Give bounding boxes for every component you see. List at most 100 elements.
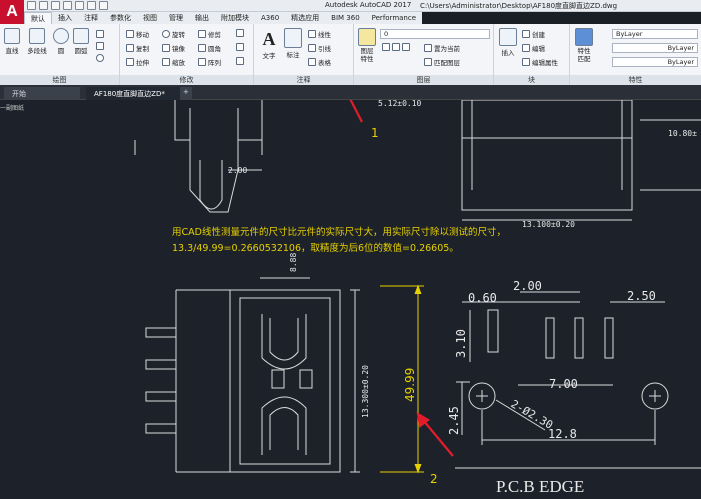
tab-default[interactable]: 默认 [24,12,52,24]
tab-a360[interactable]: A360 [255,12,285,24]
erase-icon [236,29,244,37]
circle-icon [53,28,69,44]
dim-8-88: 8.88 [289,253,298,272]
leader-icon [308,44,316,52]
copy-tool[interactable]: 复制 [126,43,149,53]
dimension-tool[interactable]: 标注 [282,28,304,59]
layer-dropdown[interactable]: 0 [380,29,490,39]
note-line-1: 用CAD线性测量元件的尺寸比元件的实际尺寸大，用实际尺寸除以测试的尺寸， [172,226,506,238]
hatch-icon [96,42,104,50]
save-icon[interactable] [51,1,60,10]
copy-icon [126,44,134,52]
pcb-dim-2-50: 2.50 [627,289,656,303]
circle-tool[interactable]: 圆 [52,28,70,55]
tab-featured-apps[interactable]: 精选应用 [285,12,325,24]
tab-start[interactable]: 开始 [4,87,80,100]
fillet-tool[interactable]: 圆角 [198,43,221,53]
table-icon [308,58,316,66]
create-block-tool[interactable]: 创建 [522,29,545,39]
layer-isolate-icon[interactable] [392,43,400,51]
file-path: C:\Users\Administrator\Desktop\AF180度直脚直… [420,2,618,10]
modify-group-label: 修改 [120,75,253,85]
pcb-edge-label: P.C.B EDGE [496,477,584,496]
arc-tool[interactable]: 圆弧 [72,28,90,55]
move-tool[interactable]: 移动 [126,29,149,39]
dim-10-8: 10.80± [668,129,697,138]
layer-freeze-icon[interactable] [402,43,410,51]
edit-attributes-tool[interactable]: 编辑属性 [522,57,558,67]
layer-off-icon[interactable] [382,43,390,51]
tab-output[interactable]: 输出 [189,12,215,24]
scale-icon [162,58,170,66]
layer-tools-row [382,43,410,51]
tab-view[interactable]: 视图 [137,12,163,24]
application-menu-button[interactable]: A [0,0,24,24]
draw-group-label: 绘图 [0,75,119,85]
tab-parametric[interactable]: 参数化 [104,12,137,24]
drawing-canvas[interactable]: 2.00 5.12±0.10 13.100±0.20 10.80± 1 用CAD… [0,100,701,499]
edit-block-icon [522,44,530,52]
rectangle-icon [96,30,104,38]
tab-performance[interactable]: Performance [366,12,422,24]
draw-extra-2[interactable] [96,42,104,50]
saveas-icon[interactable] [63,1,72,10]
mirror-tool[interactable]: 镜像 [162,43,185,53]
new-tab-button[interactable]: + [180,87,192,100]
rotate-tool[interactable]: 旋转 [162,29,185,39]
scale-tool[interactable]: 缩放 [162,57,185,67]
upper-side-view [134,100,263,213]
new-icon[interactable] [27,1,36,10]
dimension-icon [284,28,302,48]
stretch-tool[interactable]: 拉伸 [126,57,149,67]
draw-extra-3[interactable] [96,54,104,62]
stretch-icon [126,58,134,66]
layers-group-label: 图层 [354,75,493,85]
line-tool[interactable]: 直线 [2,28,22,55]
dim-5-12: 5.12±0.10 [378,100,422,108]
edit-attributes-icon [522,58,530,66]
array-tool[interactable]: 阵列 [198,57,221,67]
draw-group: 直线 多段线 圆 圆弧 绘图 [0,24,120,85]
tab-addins[interactable]: 附加模块 [215,12,255,24]
tab-manage[interactable]: 管理 [163,12,189,24]
rotate-icon [162,30,170,38]
lower-connector-view [145,277,360,473]
print-icon[interactable] [75,1,84,10]
polyline-tool[interactable]: 多段线 [24,28,50,55]
title-bar: Autodesk AutoCAD 2017 C:\Users\Administr… [0,0,701,12]
make-current-tool[interactable]: 置为当前 [424,43,460,53]
redo-icon[interactable] [99,1,108,10]
move-icon [126,30,134,38]
table-tool[interactable]: 表格 [308,57,331,67]
tab-insert[interactable]: 插入 [52,12,78,24]
measured-value: 49.99 [403,368,417,402]
tab-current-drawing[interactable]: AF180度直脚直边ZD* [86,87,184,100]
linear-dim-tool[interactable]: 线性 [308,29,331,39]
insert-block-tool[interactable]: 插入 [497,28,519,57]
lineweight-dropdown[interactable]: ByLayer [612,57,698,67]
offset-tool[interactable] [236,57,244,65]
match-layer-tool[interactable]: 匹配图层 [424,57,460,67]
note-line-2: 13.3/49.99=0.2660532106，取精度为后6位的数值=0.266… [172,242,459,254]
linear-icon [308,30,316,38]
text-tool[interactable]: A 文字 [258,28,280,60]
red-arrow-1 [349,100,363,123]
leader-tool[interactable]: 引线 [308,43,331,53]
edit-block-tool[interactable]: 编辑 [522,43,545,53]
layer-properties-tool[interactable]: 图层 特性 [356,28,378,63]
linetype-dropdown[interactable]: ByLayer [612,43,698,53]
tab-annotate[interactable]: 注释 [78,12,104,24]
undo-icon[interactable] [87,1,96,10]
color-dropdown[interactable]: ByLayer [612,29,698,39]
create-block-icon [522,30,530,38]
erase-tool[interactable] [236,29,244,37]
explode-tool[interactable] [236,43,244,51]
properties-group-label: 特性 [570,75,701,85]
match-layer-icon [424,58,432,66]
open-icon[interactable] [39,1,48,10]
pcb-dim-0-60: 0.60 [468,291,497,305]
draw-extra-1[interactable] [96,30,104,38]
tab-bim360[interactable]: BIM 360 [325,12,366,24]
trim-tool[interactable]: 修剪 [198,29,221,39]
match-properties-tool[interactable]: 特性 匹配 [573,28,595,63]
